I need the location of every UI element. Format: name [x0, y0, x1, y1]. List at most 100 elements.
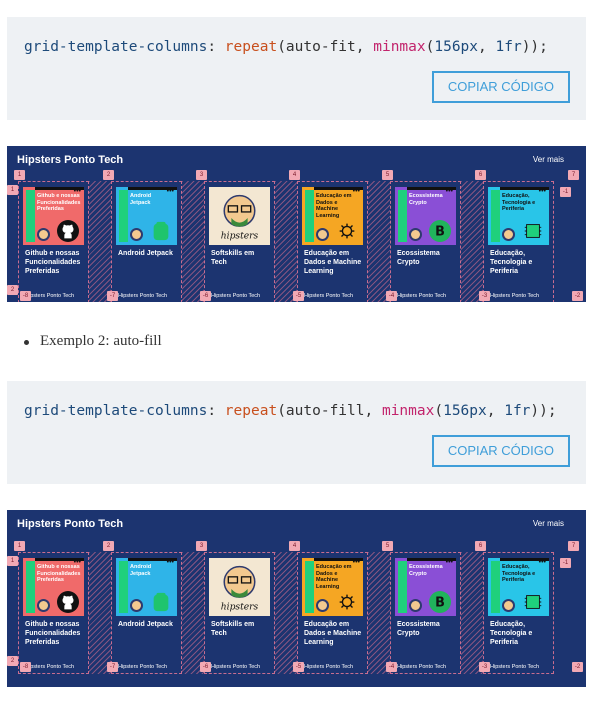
css-function: repeat [224, 403, 278, 419]
episode-thumbnail[interactable]: ••• Github e nossas Funcionalidades Prefe… [23, 558, 84, 616]
episode-title[interactable]: Educação em Dados e Machine Learning [304, 620, 363, 647]
episode-number-bar [398, 190, 407, 242]
episode-number-bar [398, 561, 407, 613]
css-function: minmax [381, 403, 435, 419]
host-avatar-icon [37, 599, 50, 612]
thumbnail-title: Android Jetpack [130, 564, 152, 577]
episode-card[interactable]: ••• B Ecossistema Crypto Ecossistema Crypto… [395, 187, 456, 302]
episode-thumbnail[interactable]: ••• Educação, Tecnologia e Periferia [488, 558, 549, 616]
episode-podcast-name: Hipsters Ponto Tech [211, 293, 261, 299]
panel-title: Hipsters Ponto Tech [17, 154, 124, 166]
grid-line-number: -6 [200, 662, 211, 672]
episode-podcast-name: Hipsters Ponto Tech [397, 664, 447, 670]
episode-podcast-name: Hipsters Ponto Tech [490, 664, 540, 670]
svg-text:B: B [435, 596, 445, 611]
episode-card[interactable]: ••• Github e nossas Funcionalidades Prefe… [23, 187, 84, 302]
grid-cell: ••• Educação, Tecnologia e Periferia Educa… [483, 181, 554, 302]
episode-thumbnail[interactable]: ••• Educação em Dados e Machine Learning [302, 187, 363, 245]
episode-title[interactable]: Android Jetpack [118, 620, 177, 629]
episode-thumbnail[interactable]: ••• Android Jetpack [116, 558, 177, 616]
episode-thumbnail[interactable]: ••• B Ecossistema Crypto [395, 187, 456, 245]
episode-thumbnail[interactable]: ••• Educação em Dados e Machine Learning [302, 558, 363, 616]
episode-thumbnail[interactable]: ••• Android Jetpack [116, 187, 177, 245]
episode-thumbnail[interactable]: hipsters [209, 187, 270, 245]
episode-title[interactable]: Educação, Tecnologia e Periferia [490, 249, 549, 276]
grid-line-number: -7 [107, 291, 118, 301]
episode-title[interactable]: Github e nossas Funcionalidades Preferid… [25, 249, 84, 276]
copy-code-button[interactable]: COPIAR CÓDIGO [431, 71, 570, 103]
bitcoin-icon: B [429, 220, 451, 242]
episode-card[interactable]: ••• Educação em Dados e Machine Learning E… [302, 187, 363, 302]
grid-line-number: -2 [572, 291, 583, 301]
episode-thumbnail[interactable]: hipsters [209, 558, 270, 616]
grid-row-number: 2 [7, 285, 18, 295]
grid-gap [368, 552, 390, 674]
episode-number-bar [491, 190, 500, 242]
grid-cell: ••• Github e nossas Funcionalidades Prefe… [18, 181, 89, 302]
brain-circuit-icon [336, 591, 358, 613]
chip-icon [522, 220, 544, 242]
code-line: grid-template-columns: repeat(auto-fill,… [24, 403, 557, 419]
thumbnail-title: Educação em Dados e Machine Learning [316, 193, 352, 219]
episode-thumbnail[interactable]: ••• Educação, Tecnologia e Periferia [488, 187, 549, 245]
episode-podcast-name: Hipsters Ponto Tech [490, 293, 540, 299]
host-avatar-icon [502, 599, 515, 612]
episode-number-bar [26, 561, 35, 613]
episode-podcast-name: Hipsters Ponto Tech [211, 664, 261, 670]
grid-line-number: -7 [107, 662, 118, 672]
grid-line-number: 2 [103, 541, 114, 551]
css-property: grid-template-columns [24, 39, 208, 55]
css-property: grid-template-columns [24, 403, 208, 419]
brain-circuit-icon [336, 220, 358, 242]
episode-title[interactable]: Ecossistema Crypto [397, 249, 456, 267]
episode-title[interactable]: Github e nossas Funcionalidades Preferid… [25, 620, 84, 647]
see-more-link[interactable]: Ver mais [533, 519, 564, 528]
auto-fit-demo-panel: Hipsters Ponto Tech Ver mais ••• Github e… [7, 146, 586, 302]
grid-line-number: 6 [475, 541, 486, 551]
thumbnail-title: Educação em Dados e Machine Learning [316, 564, 352, 590]
episode-title[interactable]: Educação em Dados e Machine Learning [304, 249, 363, 276]
grid-line-number: 4 [289, 541, 300, 551]
episode-card[interactable]: hipsters Softskills em Tech Hipsters Ponto… [209, 187, 270, 302]
episode-title[interactable]: Android Jetpack [118, 249, 177, 258]
thumbnail-title: Educação, Tecnologia e Periferia [502, 564, 536, 583]
css-function: repeat [224, 39, 278, 55]
episode-card[interactable]: hipsters Softskills em Tech Hipsters Ponto… [209, 558, 270, 673]
grid-row-number: 2 [7, 656, 18, 666]
thumbnail-title: Educação, Tecnologia e Periferia [502, 193, 536, 212]
episode-card[interactable]: ••• Github e nossas Funcionalidades Prefe… [23, 558, 84, 673]
episode-title[interactable]: Educação, Tecnologia e Periferia [490, 620, 549, 647]
episode-podcast-name: Hipsters Ponto Tech [118, 293, 168, 299]
episode-title[interactable]: Ecossistema Crypto [397, 620, 456, 638]
css-keyword: auto-fit [285, 39, 356, 55]
copy-code-button[interactable]: COPIAR CÓDIGO [431, 435, 570, 467]
host-avatar-icon [316, 228, 329, 241]
grid-line-number: -2 [572, 662, 583, 672]
episode-title[interactable]: Softskills em Tech [211, 620, 270, 638]
episode-podcast-name: Hipsters Ponto Tech [118, 664, 168, 670]
grid-line-number: -3 [479, 291, 490, 301]
grid-line-number: -8 [20, 662, 31, 672]
episode-thumbnail[interactable]: ••• Github e nossas Funcionalidades Prefe… [23, 187, 84, 245]
auto-fill-demo-panel: Hipsters Ponto Tech Ver mais ••• Github e… [7, 510, 586, 687]
host-avatar-icon [502, 228, 515, 241]
grid-line-number: 5 [382, 170, 393, 180]
episode-title[interactable]: Softskills em Tech [211, 249, 270, 267]
episode-thumbnail[interactable]: ••• B Ecossistema Crypto [395, 558, 456, 616]
episode-grid: ••• Github e nossas Funcionalidades Prefe… [16, 552, 572, 674]
grid-gap [89, 552, 111, 674]
thumbnail-title: Ecossistema Crypto [409, 193, 443, 206]
episode-card[interactable]: ••• Educação, Tecnologia e Periferia Educa… [488, 187, 549, 302]
grid-gap [182, 552, 204, 674]
episode-card[interactable]: ••• Android Jetpack Android Jetpack Hipster… [116, 558, 177, 673]
episode-card[interactable]: ••• Educação em Dados e Machine Learning E… [302, 558, 363, 673]
see-more-link[interactable]: Ver mais [533, 155, 564, 164]
episode-podcast-name: Hipsters Ponto Tech [397, 293, 447, 299]
grid-gap [89, 181, 111, 302]
episode-card[interactable]: ••• B Ecossistema Crypto Ecossistema Crypto… [395, 558, 456, 673]
grid-gap [461, 552, 483, 674]
episode-card[interactable]: ••• Android Jetpack Android Jetpack Hipster… [116, 187, 177, 302]
grid-line-number: -1 [560, 558, 571, 568]
grid-cell: hipsters Softskills em Tech Hipsters Ponto… [204, 552, 275, 674]
episode-card[interactable]: ••• Educação, Tecnologia e Periferia Educa… [488, 558, 549, 673]
